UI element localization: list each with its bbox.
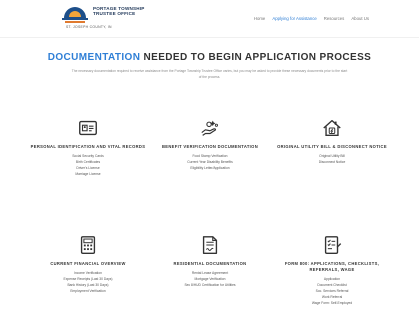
list-item: Sec 8/HUD Certification for Utilities	[184, 283, 236, 288]
nav-home[interactable]: Home	[254, 16, 265, 21]
logo-line-2: TRUSTEE OFFICE	[93, 11, 136, 16]
card-financial-overview: Current Financial Overview Income Verifi…	[28, 234, 148, 294]
document-list: Original Utility Bill Disconnect Notice	[272, 153, 392, 165]
list-item: Wage Form: Self-Employed	[311, 301, 353, 306]
signed-doc-icon	[202, 236, 218, 254]
card-title: Current Financial Overview	[50, 261, 126, 266]
main-nav: Home Applying for Assistance Resources A…	[254, 16, 369, 21]
page-title-rest: NEEDED TO BEGIN APPLICATION PROCESS	[140, 52, 372, 63]
document-list: Rental Lease Agreement Mortgage Verifica…	[150, 270, 270, 288]
house-bill-icon	[323, 119, 341, 137]
document-list: Application Document Checklist Soc. Serv…	[272, 276, 392, 306]
card-form-applications: Form 800: Applications, Checklists, Refe…	[272, 234, 392, 306]
hand-benefits-icon	[201, 120, 218, 136]
list-item: Disconnect Notice	[318, 160, 346, 165]
document-list: Social Security Cards Birth Certificates…	[28, 153, 148, 177]
list-item: Employment Verification	[70, 289, 106, 294]
calculator-doc-icon	[80, 236, 96, 254]
site-logo[interactable]: PORTAGE TOWNSHIP TRUSTEE OFFICE	[62, 6, 145, 23]
card-residential-documentation: Residential Documentation Rental Lease A…	[150, 234, 270, 288]
logo-sunrise-icon	[62, 6, 90, 23]
list-item: Eligibility Letter/Application	[190, 166, 230, 171]
page-title-highlight: DOCUMENTATION	[47, 52, 141, 63]
card-title: Original Utility Bill & Disconnect Notic…	[277, 144, 387, 149]
site-header: PORTAGE TOWNSHIP TRUSTEE OFFICE ST. JOSE…	[0, 0, 419, 38]
nav-resources[interactable]: Resources	[324, 16, 345, 21]
logo-tagline: ST. JOSEPH COUNTY, IN	[66, 25, 112, 29]
document-list: Food Stamp Verification Current Year Dis…	[150, 153, 270, 171]
list-item: Marriage License	[75, 172, 101, 177]
page-intro: The necessary documentation required to …	[71, 69, 348, 79]
card-personal-identification: Personal Identification and Vital Record…	[28, 117, 148, 177]
id-card-icon	[79, 120, 97, 136]
card-utility-bill: Original Utility Bill & Disconnect Notic…	[272, 117, 392, 165]
nav-about-us[interactable]: About Us	[351, 16, 369, 21]
nav-applying-for-assistance[interactable]: Applying for Assistance	[272, 16, 316, 21]
card-title: Personal Identification and Vital Record…	[30, 144, 146, 149]
card-benefit-verification: Benefit Verification Documentation Food …	[150, 117, 270, 171]
page-title: DOCUMENTATION NEEDED TO BEGIN APPLICATIO…	[0, 52, 419, 63]
document-list: Income Verification Expense Receipts (La…	[28, 270, 148, 294]
checklist-doc-icon	[324, 236, 342, 254]
card-title: Residential Documentation	[173, 261, 247, 266]
card-title: Benefit Verification Documentation	[161, 144, 259, 149]
card-title: Form 800: Applications, Checklists, Refe…	[284, 261, 380, 272]
